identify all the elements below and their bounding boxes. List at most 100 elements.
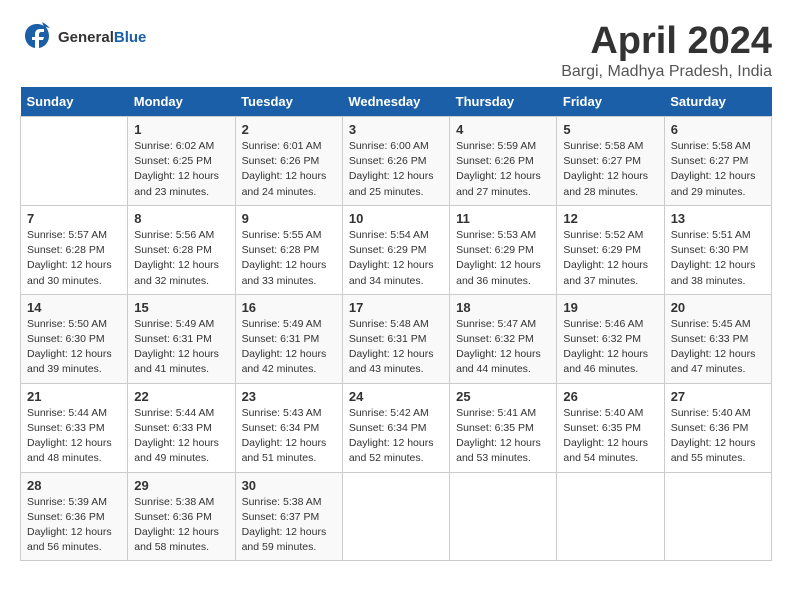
calendar-cell: 26 Sunrise: 5:40 AM Sunset: 6:35 PM Dayli… (557, 383, 664, 472)
calendar-cell: 17 Sunrise: 5:48 AM Sunset: 6:31 PM Dayli… (342, 294, 449, 383)
calendar-cell: 6 Sunrise: 5:58 AM Sunset: 6:27 PM Daylig… (664, 117, 771, 206)
calendar-table: SundayMondayTuesdayWednesdayThursdayFrid… (20, 87, 772, 561)
calendar-week-1: 1 Sunrise: 6:02 AM Sunset: 6:25 PM Daylig… (21, 117, 772, 206)
calendar-cell: 27Sunrise: 5:40 AM Sunset: 6:36 PM Dayli… (664, 383, 771, 472)
calendar-cell (557, 472, 664, 561)
calendar-cell: 18 Sunrise: 5:47 AM Sunset: 6:32 PM Dayli… (450, 294, 557, 383)
day-number: 27 (671, 389, 765, 404)
day-detail: Sunrise: 5:42 AM Sunset: 6:34 PM Dayligh… (349, 406, 443, 467)
location-title: Bargi, Madhya Pradesh, India (561, 63, 772, 81)
calendar-cell (450, 472, 557, 561)
day-number: 6 (671, 122, 765, 137)
calendar-week-5: 28 Sunrise: 5:39 AM Sunset: 6:36 PM Dayli… (21, 472, 772, 561)
day-number: 12 (563, 211, 657, 226)
day-number: 24 (349, 389, 443, 404)
calendar-header-row: SundayMondayTuesdayWednesdayThursdayFrid… (21, 87, 772, 117)
day-detail: Sunrise: 5:38 AM Sunset: 6:37 PM Dayligh… (242, 495, 336, 556)
calendar-cell: 25 Sunrise: 5:41 AM Sunset: 6:35 PM Dayli… (450, 383, 557, 472)
calendar-cell: 21 Sunrise: 5:44 AM Sunset: 6:33 PM Dayli… (21, 383, 128, 472)
logo: General Blue (20, 20, 146, 54)
day-number: 1 (134, 122, 228, 137)
calendar-cell: 14Sunrise: 5:50 AM Sunset: 6:30 PM Dayli… (21, 294, 128, 383)
day-detail: Sunrise: 5:48 AM Sunset: 6:31 PM Dayligh… (349, 317, 443, 378)
day-number: 11 (456, 211, 550, 226)
day-detail: Sunrise: 5:58 AM Sunset: 6:27 PM Dayligh… (563, 139, 657, 200)
day-number: 21 (27, 389, 121, 404)
calendar-cell: 10 Sunrise: 5:54 AM Sunset: 6:29 PM Dayli… (342, 205, 449, 294)
calendar-cell: 23 Sunrise: 5:43 AM Sunset: 6:34 PM Dayli… (235, 383, 342, 472)
day-number: 26 (563, 389, 657, 404)
day-detail: Sunrise: 5:56 AM Sunset: 6:28 PM Dayligh… (134, 228, 228, 289)
day-number: 17 (349, 300, 443, 315)
logo-icon (20, 20, 54, 54)
day-detail: Sunrise: 5:54 AM Sunset: 6:29 PM Dayligh… (349, 228, 443, 289)
day-number: 30 (242, 478, 336, 493)
calendar-cell: 13 Sunrise: 5:51 AM Sunset: 6:30 PM Dayli… (664, 205, 771, 294)
day-number: 4 (456, 122, 550, 137)
calendar-cell (21, 117, 128, 206)
day-detail: Sunrise: 5:39 AM Sunset: 6:36 PM Dayligh… (27, 495, 121, 556)
day-detail: Sunrise: 5:55 AM Sunset: 6:28 PM Dayligh… (242, 228, 336, 289)
header-saturday: Saturday (664, 87, 771, 117)
day-detail: Sunrise: 5:44 AM Sunset: 6:33 PM Dayligh… (134, 406, 228, 467)
calendar-cell: 9 Sunrise: 5:55 AM Sunset: 6:28 PM Daylig… (235, 205, 342, 294)
calendar-cell: 2 Sunrise: 6:01 AM Sunset: 6:26 PM Daylig… (235, 117, 342, 206)
calendar-week-2: 7Sunrise: 5:57 AM Sunset: 6:28 PM Daylig… (21, 205, 772, 294)
header-thursday: Thursday (450, 87, 557, 117)
calendar-cell: 19 Sunrise: 5:46 AM Sunset: 6:32 PM Dayli… (557, 294, 664, 383)
day-number: 23 (242, 389, 336, 404)
calendar-cell: 29 Sunrise: 5:38 AM Sunset: 6:36 PM Dayli… (128, 472, 235, 561)
day-number: 15 (134, 300, 228, 315)
day-number: 20 (671, 300, 765, 315)
day-detail: Sunrise: 5:50 AM Sunset: 6:30 PM Dayligh… (27, 317, 121, 378)
calendar-cell: 1 Sunrise: 6:02 AM Sunset: 6:25 PM Daylig… (128, 117, 235, 206)
day-number: 9 (242, 211, 336, 226)
day-detail: Sunrise: 5:49 AM Sunset: 6:31 PM Dayligh… (134, 317, 228, 378)
day-detail: Sunrise: 5:40 AM Sunset: 6:35 PM Dayligh… (563, 406, 657, 467)
day-number: 25 (456, 389, 550, 404)
logo-blue: Blue (114, 29, 147, 46)
calendar-cell: 12Sunrise: 5:52 AM Sunset: 6:29 PM Dayli… (557, 205, 664, 294)
day-detail: Sunrise: 5:43 AM Sunset: 6:34 PM Dayligh… (242, 406, 336, 467)
calendar-cell: 24 Sunrise: 5:42 AM Sunset: 6:34 PM Dayli… (342, 383, 449, 472)
day-number: 29 (134, 478, 228, 493)
day-number: 3 (349, 122, 443, 137)
day-detail: Sunrise: 5:41 AM Sunset: 6:35 PM Dayligh… (456, 406, 550, 467)
calendar-cell: 8 Sunrise: 5:56 AM Sunset: 6:28 PM Daylig… (128, 205, 235, 294)
calendar-cell: 4 Sunrise: 5:59 AM Sunset: 6:26 PM Daylig… (450, 117, 557, 206)
day-detail: Sunrise: 5:38 AM Sunset: 6:36 PM Dayligh… (134, 495, 228, 556)
header-wednesday: Wednesday (342, 87, 449, 117)
day-number: 2 (242, 122, 336, 137)
day-detail: Sunrise: 5:45 AM Sunset: 6:33 PM Dayligh… (671, 317, 765, 378)
day-detail: Sunrise: 5:59 AM Sunset: 6:26 PM Dayligh… (456, 139, 550, 200)
day-number: 19 (563, 300, 657, 315)
calendar-cell: 16 Sunrise: 5:49 AM Sunset: 6:31 PM Dayli… (235, 294, 342, 383)
day-detail: Sunrise: 6:01 AM Sunset: 6:26 PM Dayligh… (242, 139, 336, 200)
calendar-cell: 5Sunrise: 5:58 AM Sunset: 6:27 PM Daylig… (557, 117, 664, 206)
day-number: 8 (134, 211, 228, 226)
day-detail: Sunrise: 5:44 AM Sunset: 6:33 PM Dayligh… (27, 406, 121, 467)
day-detail: Sunrise: 5:57 AM Sunset: 6:28 PM Dayligh… (27, 228, 121, 289)
calendar-cell: 30 Sunrise: 5:38 AM Sunset: 6:37 PM Dayli… (235, 472, 342, 561)
day-detail: Sunrise: 5:51 AM Sunset: 6:30 PM Dayligh… (671, 228, 765, 289)
header-tuesday: Tuesday (235, 87, 342, 117)
day-number: 28 (27, 478, 121, 493)
page-header: General Blue April 2024 Bargi, Madhya Pr… (20, 20, 772, 81)
day-number: 16 (242, 300, 336, 315)
day-detail: Sunrise: 5:46 AM Sunset: 6:32 PM Dayligh… (563, 317, 657, 378)
calendar-cell: 11 Sunrise: 5:53 AM Sunset: 6:29 PM Dayli… (450, 205, 557, 294)
day-detail: Sunrise: 6:02 AM Sunset: 6:25 PM Dayligh… (134, 139, 228, 200)
day-number: 18 (456, 300, 550, 315)
day-number: 10 (349, 211, 443, 226)
day-detail: Sunrise: 5:53 AM Sunset: 6:29 PM Dayligh… (456, 228, 550, 289)
day-number: 22 (134, 389, 228, 404)
calendar-cell: 22 Sunrise: 5:44 AM Sunset: 6:33 PM Dayli… (128, 383, 235, 472)
calendar-cell: 15 Sunrise: 5:49 AM Sunset: 6:31 PM Dayli… (128, 294, 235, 383)
title-block: April 2024 Bargi, Madhya Pradesh, India (561, 20, 772, 81)
day-detail: Sunrise: 5:47 AM Sunset: 6:32 PM Dayligh… (456, 317, 550, 378)
day-detail: Sunrise: 5:49 AM Sunset: 6:31 PM Dayligh… (242, 317, 336, 378)
day-number: 13 (671, 211, 765, 226)
logo-text: General Blue (58, 29, 146, 46)
calendar-cell (342, 472, 449, 561)
day-detail: Sunrise: 5:58 AM Sunset: 6:27 PM Dayligh… (671, 139, 765, 200)
